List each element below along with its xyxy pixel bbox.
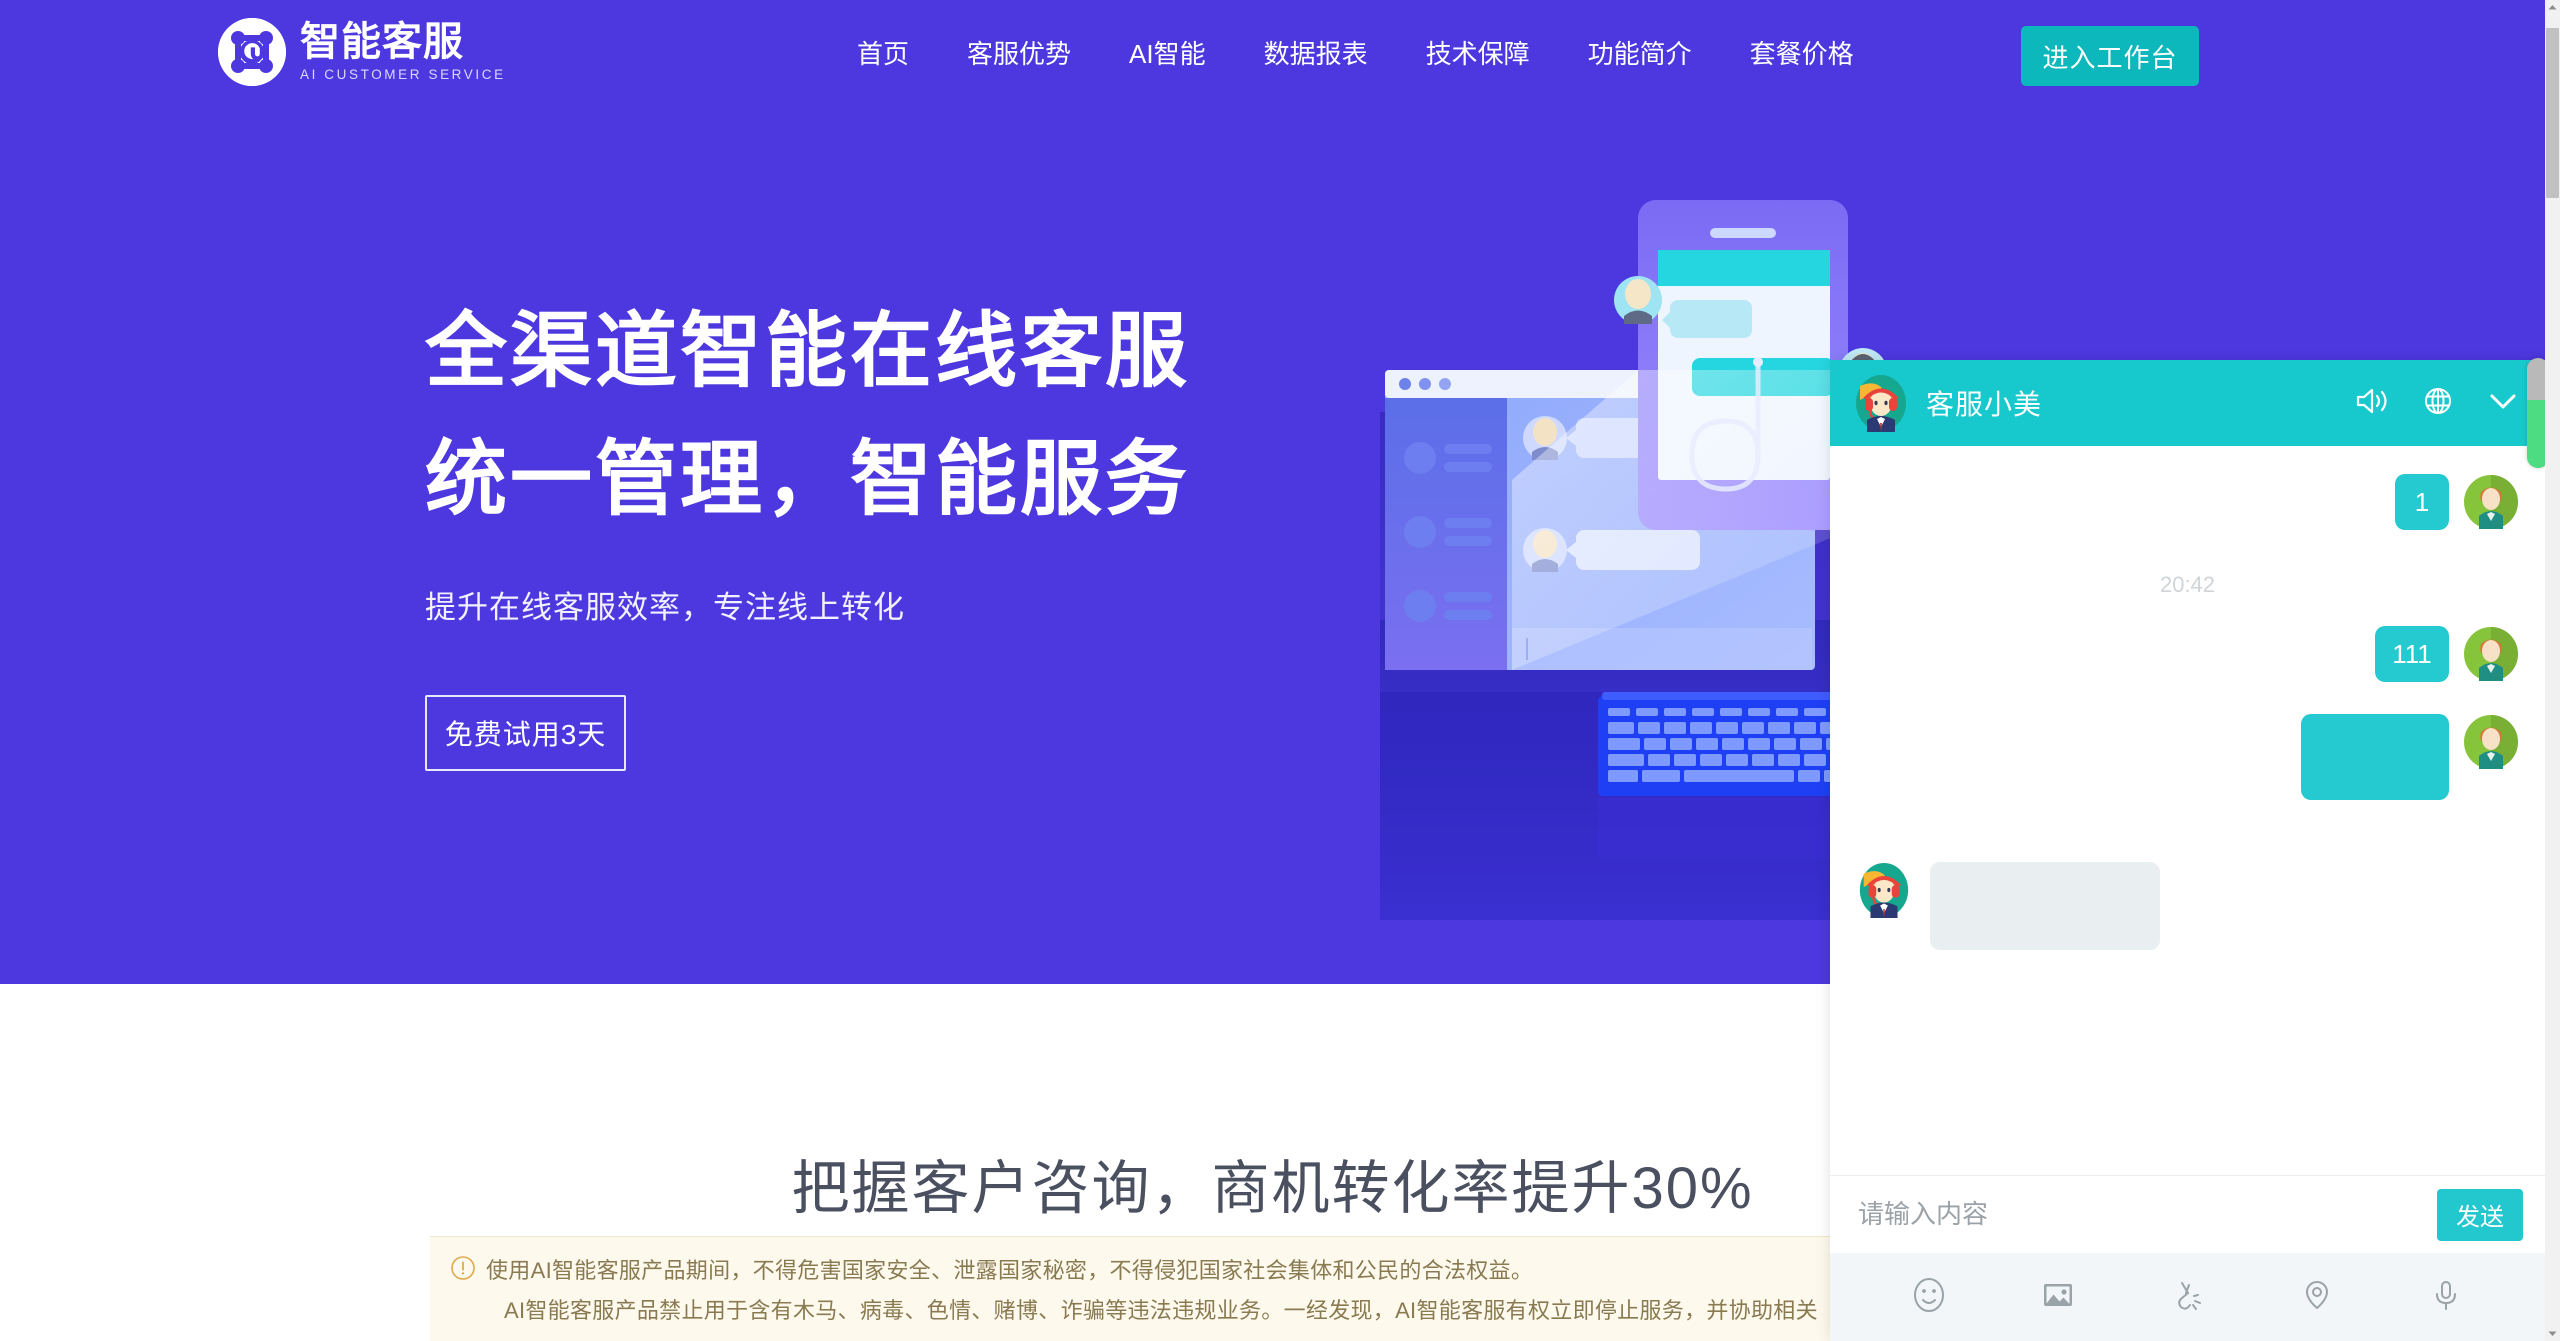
website-page: 智能客服 AI CUSTOMER SERVICE 首页 客服优势 AI智能 数据…	[0, 0, 2545, 1341]
hero-copy: 全渠道智能在线客服 统一管理，智能服务 提升在线客服效率，专注线上转化 免费试用…	[425, 288, 1190, 771]
chat-message-user-1: 1	[1830, 446, 2545, 530]
message-bubble	[1930, 862, 2160, 950]
chat-timestamp: 20:42	[2159, 572, 2216, 597]
agent-avatar-headset-icon	[1852, 374, 1910, 432]
logo-text: 智能客服 AI CUSTOMER SERVICE	[300, 21, 506, 84]
user-avatar	[2463, 474, 2519, 530]
logo-subtitle: AI CUSTOMER SERVICE	[300, 66, 506, 82]
nav-item-tech[interactable]: 技术保障	[1397, 34, 1559, 74]
logo[interactable]: 智能客服 AI CUSTOMER SERVICE	[218, 18, 506, 86]
notice-lines: 使用AI智能客服产品期间，不得危害国家安全、泄露国家秘密，不得侵犯国家社会集体和…	[486, 1251, 1818, 1331]
logo-title: 智能客服	[300, 19, 464, 64]
nav-item-features[interactable]: 功能简介	[1559, 34, 1721, 74]
globe-icon[interactable]	[2423, 386, 2453, 421]
send-button[interactable]: 发送	[2437, 1188, 2523, 1241]
nav-item-reports[interactable]: 数据报表	[1235, 34, 1397, 74]
scrollbar-thumb[interactable]	[2546, 28, 2559, 198]
chevron-down-icon[interactable]	[2487, 388, 2519, 419]
shortcut-icon[interactable]	[2166, 1274, 2208, 1321]
page-root: 智能客服 AI CUSTOMER SERVICE 首页 客服优势 AI智能 数据…	[0, 0, 2560, 1341]
volume-icon[interactable]	[2355, 386, 2389, 421]
agent-avatar	[1856, 862, 1912, 918]
main-nav: 首页 客服优势 AI智能 数据报表 技术保障 功能简介 套餐价格	[828, 34, 1883, 74]
chat-input-row: 发送	[1830, 1175, 2545, 1253]
enter-workbench-button[interactable]: 进入工作台	[2021, 26, 2199, 86]
chat-message-input[interactable]	[1858, 1199, 2437, 1230]
nav-item-advantage[interactable]: 客服优势	[938, 34, 1100, 74]
location-icon[interactable]	[2296, 1274, 2338, 1321]
logo-at-network-icon	[218, 18, 286, 86]
user-avatar	[2463, 626, 2519, 682]
chat-message-user-3	[1830, 682, 2545, 800]
chat-header: 客服小美	[1830, 360, 2545, 446]
free-trial-button[interactable]: 免费试用3天	[425, 695, 626, 771]
chat-toolbar	[1830, 1253, 2545, 1341]
chat-input-area: 发送	[1830, 1175, 2545, 1341]
nav-item-ai[interactable]: AI智能	[1100, 34, 1235, 74]
hero-headline-line1: 全渠道智能在线客服	[425, 306, 1191, 397]
message-bubble: 1	[2395, 474, 2449, 530]
site-header: 智能客服 AI CUSTOMER SERVICE 首页 客服优势 AI智能 数据…	[0, 0, 2545, 108]
chat-message-user-2: 111	[1830, 598, 2545, 682]
notice-line-1: 使用AI智能客服产品期间，不得危害国家安全、泄露国家秘密，不得侵犯国家社会集体和…	[486, 1258, 1534, 1283]
scroll-indicator-fill	[2527, 399, 2545, 468]
nav-item-pricing[interactable]: 套餐价格	[1721, 34, 1883, 74]
notice-line-2: AI智能客服产品禁止用于含有木马、病毒、色情、赌博、诈骗等违法违规业务。一经发现…	[504, 1298, 1818, 1323]
chat-header-actions	[2355, 386, 2519, 421]
nav-item-home[interactable]: 首页	[828, 34, 938, 74]
chat-agent-name: 客服小美	[1926, 389, 2043, 420]
chat-widget: 客服小美 1 20:42 111 请输入内容 发送	[1830, 360, 2545, 1341]
message-bubble: 111	[2375, 626, 2449, 682]
emoji-icon[interactable]	[1908, 1274, 1950, 1321]
hero-subheadline: 提升在线客服效率，专注线上转化	[425, 590, 905, 625]
warning-circle-icon	[450, 1255, 476, 1281]
scrollbar-up-arrow-icon[interactable]	[2545, 0, 2560, 15]
browser-scrollbar[interactable]	[2545, 0, 2560, 1341]
scrollbar-down-arrow-icon[interactable]	[2545, 1326, 2560, 1341]
scroll-position-indicator[interactable]	[2527, 358, 2545, 468]
user-avatar	[2463, 714, 2519, 770]
message-bubble	[2301, 714, 2449, 800]
hero-headline-line2: 统一管理，智能服务	[425, 434, 1191, 525]
image-icon[interactable]	[2037, 1274, 2079, 1321]
microphone-icon[interactable]	[2425, 1274, 2467, 1321]
chat-message-list: 1 20:42 111	[1830, 446, 2545, 1175]
chat-message-agent-1	[1830, 800, 2545, 950]
